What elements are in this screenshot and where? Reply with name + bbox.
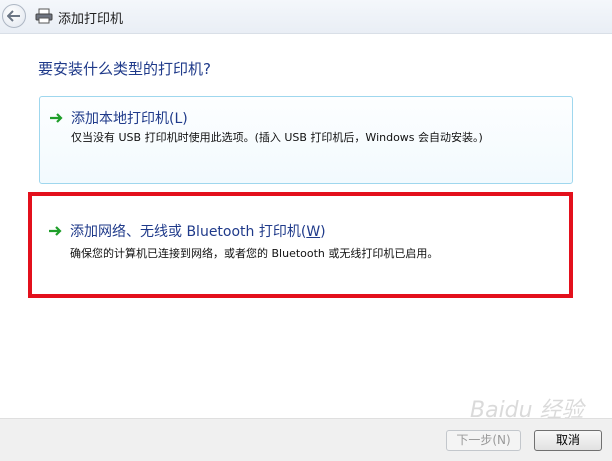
- back-button[interactable]: [2, 4, 26, 28]
- footer-bar: 下一步(N) 取消: [0, 418, 612, 461]
- printer-icon: [35, 8, 53, 24]
- title-bar: 添加打印机: [0, 0, 612, 34]
- add-local-printer-option[interactable]: 添加本地打印机(L) 仅当没有 USB 打印机时使用此选项。(插入 USB 打印…: [39, 96, 573, 184]
- cancel-button[interactable]: 取消: [534, 430, 602, 451]
- green-arrow-icon: [50, 113, 63, 123]
- add-local-printer-description: 仅当没有 USB 打印机时使用此选项。(插入 USB 打印机后，Windows …: [71, 131, 483, 144]
- add-local-printer-title: 添加本地打印机(L): [71, 111, 188, 127]
- next-button[interactable]: 下一步(N): [446, 430, 521, 451]
- page-heading: 要安装什么类型的打印机?: [38, 60, 211, 78]
- highlight-box: [28, 192, 573, 298]
- back-arrow-icon: [7, 10, 20, 22]
- window-title: 添加打印机: [58, 12, 124, 27]
